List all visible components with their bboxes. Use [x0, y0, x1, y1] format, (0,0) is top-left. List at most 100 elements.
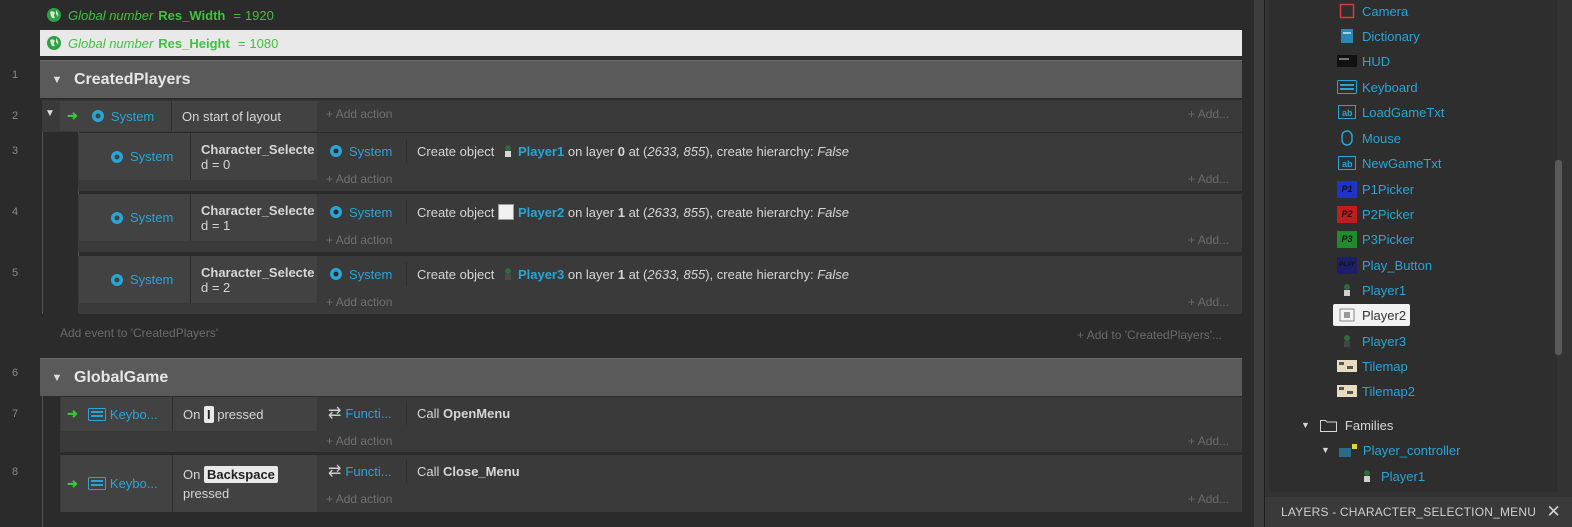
action-object: ⇄ Functi... [318, 461, 406, 481]
condition-object-name: Keybo... [109, 476, 158, 491]
action-player-name: Player2 [517, 204, 565, 220]
collapse-triangle-icon[interactable]: ▼ [40, 74, 74, 86]
action-create-player1[interactable]: System Create object Player1 on layer 0 … [318, 139, 849, 163]
add-more-link[interactable]: + Add... [1188, 233, 1229, 247]
on-layer-text: on layer [567, 143, 615, 159]
pressed-text: pressed [183, 485, 230, 501]
add-action-link[interactable]: + Add action [326, 434, 392, 448]
add-to-group-label: Add to 'CreatedPlayers'... [1086, 328, 1223, 342]
collapse-triangle-icon[interactable]: ▼ [40, 372, 74, 384]
function-name: Close_Menu [443, 463, 520, 479]
global-variable-res-height[interactable]: Global number Res_Height = 1080 [40, 30, 1242, 56]
add-action-link[interactable]: + Add action [326, 295, 392, 309]
at-text: at ( [628, 143, 648, 159]
tree-item-player3[interactable]: Player3 [1337, 330, 1406, 352]
add-more-link[interactable]: + Add... [1188, 434, 1229, 448]
action-object-name: System [349, 204, 393, 220]
event-sheet: Global number Res_Width = 1920 Global nu… [0, 0, 1254, 527]
trigger-arrow-icon: ➜ [67, 108, 78, 123]
project-panel: Camera Dictionary HUD Keyboard ab LoadGameTxt… [1264, 0, 1572, 527]
line-number: 2 [11, 110, 19, 122]
layers-panel-tab[interactable]: LAYERS - CHARACTER_SELECTION_MENU ✕ [1265, 497, 1572, 527]
keyboard-icon [87, 477, 106, 490]
collapse-triangle-icon[interactable]: ▼ [1301, 420, 1310, 430]
tree-item-camera[interactable]: Camera [1337, 0, 1408, 22]
global-variable-res-width[interactable]: Global number Res_Width = 1920 [40, 2, 1242, 28]
keyboard-icon [87, 407, 106, 421]
tree-item-loadgametxt[interactable]: ab LoadGameTxt [1337, 101, 1444, 123]
hierarchy-text: ), create hierarchy: [705, 204, 814, 220]
action-text: Create object Player2 on layer 1 at (263… [406, 200, 849, 224]
condition-character-selected-2[interactable]: System Character_Selecte d = 2 [79, 256, 317, 303]
add-to-group-link[interactable]: + Add to 'CreatedPlayers'... [1077, 328, 1222, 342]
add-action-link[interactable]: + Add action [326, 233, 392, 247]
add-event-link[interactable]: Add event to 'CreatedPlayers' [60, 326, 218, 340]
add-action-link[interactable]: + Add action [326, 172, 392, 186]
close-icon[interactable]: ✕ [1547, 502, 1561, 522]
tree-item-mouse[interactable]: Mouse [1337, 127, 1401, 149]
add-more-link[interactable]: + Add... [1188, 295, 1229, 309]
equals-sign: = [237, 35, 246, 51]
families-folder[interactable]: ▼ Families [1301, 416, 1393, 434]
group-global-game[interactable]: ▼ GlobalGame [40, 358, 1242, 396]
line-number: 3 [11, 145, 19, 157]
collapse-triangle-icon[interactable]: ▼ [1321, 445, 1330, 455]
tree-item-label: P2Picker [1362, 206, 1415, 222]
tree-item-dictionary[interactable]: Dictionary [1337, 25, 1420, 47]
layer-number: 0 [617, 143, 625, 159]
action-text: Create object Player3 on layer 1 at (263… [406, 262, 849, 286]
tree-item-play-button[interactable]: PLAY Play_Button [1337, 254, 1432, 276]
add-more-link[interactable]: + Add... [1188, 107, 1229, 121]
family-player-controller[interactable]: ▼ Player_controller [1321, 441, 1460, 459]
tree-item-player1[interactable]: Player1 [1337, 279, 1406, 301]
action-object: ⇄ Functi... [318, 403, 406, 423]
tree-item-newgametxt[interactable]: ab NewGameTxt [1337, 152, 1441, 174]
condition-object: System [109, 272, 173, 288]
family-label: Player_controller [1362, 442, 1461, 458]
global-variable-name: Res_Width [158, 7, 226, 23]
tree-item-p1picker[interactable]: P1 P1Picker [1337, 178, 1414, 200]
condition-character-selected-1[interactable]: System Character_Selecte d = 1 [79, 194, 317, 241]
key-badge: I [203, 405, 214, 423]
action-create-player2[interactable]: System Create object Player2 on layer 1 … [318, 200, 849, 224]
tree-item-keyboard[interactable]: Keyboard [1337, 76, 1418, 98]
global-variable-value: 1080 [249, 35, 279, 51]
condition-start-of-layout[interactable]: ➜ System On start of layout [60, 101, 317, 131]
add-more-link[interactable]: + Add... [1188, 492, 1229, 506]
camera-icon [1337, 3, 1357, 20]
equals-sign: = [233, 7, 241, 23]
player2-sprite-icon [1337, 307, 1357, 324]
condition-on-key-backspace[interactable]: ➜ Keybo... On Backspace pressed [61, 455, 317, 512]
project-panel-scrollbar[interactable] [1555, 160, 1562, 355]
tree-item-tilemap[interactable]: Tilemap [1337, 355, 1408, 377]
action-call-close-menu[interactable]: ⇄ Functi... Call Close_Menu [318, 459, 520, 483]
trigger-arrow-icon: ➜ [67, 475, 78, 491]
condition-character-selected-0[interactable]: System Character_Selecte d = 0 [79, 133, 317, 180]
action-object-name: Functi... [345, 405, 392, 421]
family-member-player1[interactable]: Player1 [1361, 467, 1425, 485]
action-create-player3[interactable]: System Create object Player3 on layer 1 … [318, 262, 849, 286]
add-action-label: Add action [335, 233, 393, 247]
group-title: CreatedPlayers [74, 70, 191, 88]
tree-item-hud[interactable]: HUD [1337, 50, 1390, 72]
line-number: 4 [11, 206, 19, 218]
collapse-triangle-icon[interactable]: ▼ [45, 108, 55, 119]
tree-item-label: Keyboard [1362, 79, 1418, 95]
add-more-link[interactable]: + Add... [1188, 172, 1229, 186]
add-action-link[interactable]: + Add action [326, 107, 392, 121]
text-icon: ab [1337, 155, 1357, 172]
tree-item-tilemap2[interactable]: Tilemap2 [1337, 380, 1415, 402]
add-more-label: Add... [1197, 492, 1230, 506]
event-sheet-scrollbar[interactable] [1254, 0, 1264, 527]
add-action-link[interactable]: + Add action [326, 492, 392, 506]
tree-item-p3picker[interactable]: P3 P3Picker [1337, 228, 1414, 250]
action-call-openmenu[interactable]: ⇄ Functi... Call OpenMenu [318, 401, 510, 425]
group-created-players[interactable]: ▼ CreatedPlayers [40, 60, 1242, 98]
tree-item-p2picker[interactable]: P2 P2Picker [1337, 203, 1414, 225]
add-more-label: Add... [1197, 434, 1230, 448]
on-layer-text: on layer [567, 266, 615, 282]
add-action-label: Add action [335, 107, 393, 121]
condition-object: System [109, 210, 173, 226]
condition-on-key-i[interactable]: ➜ Keybo... On I pressed [61, 397, 317, 431]
tree-item-player2[interactable]: Player2 [1333, 304, 1411, 326]
